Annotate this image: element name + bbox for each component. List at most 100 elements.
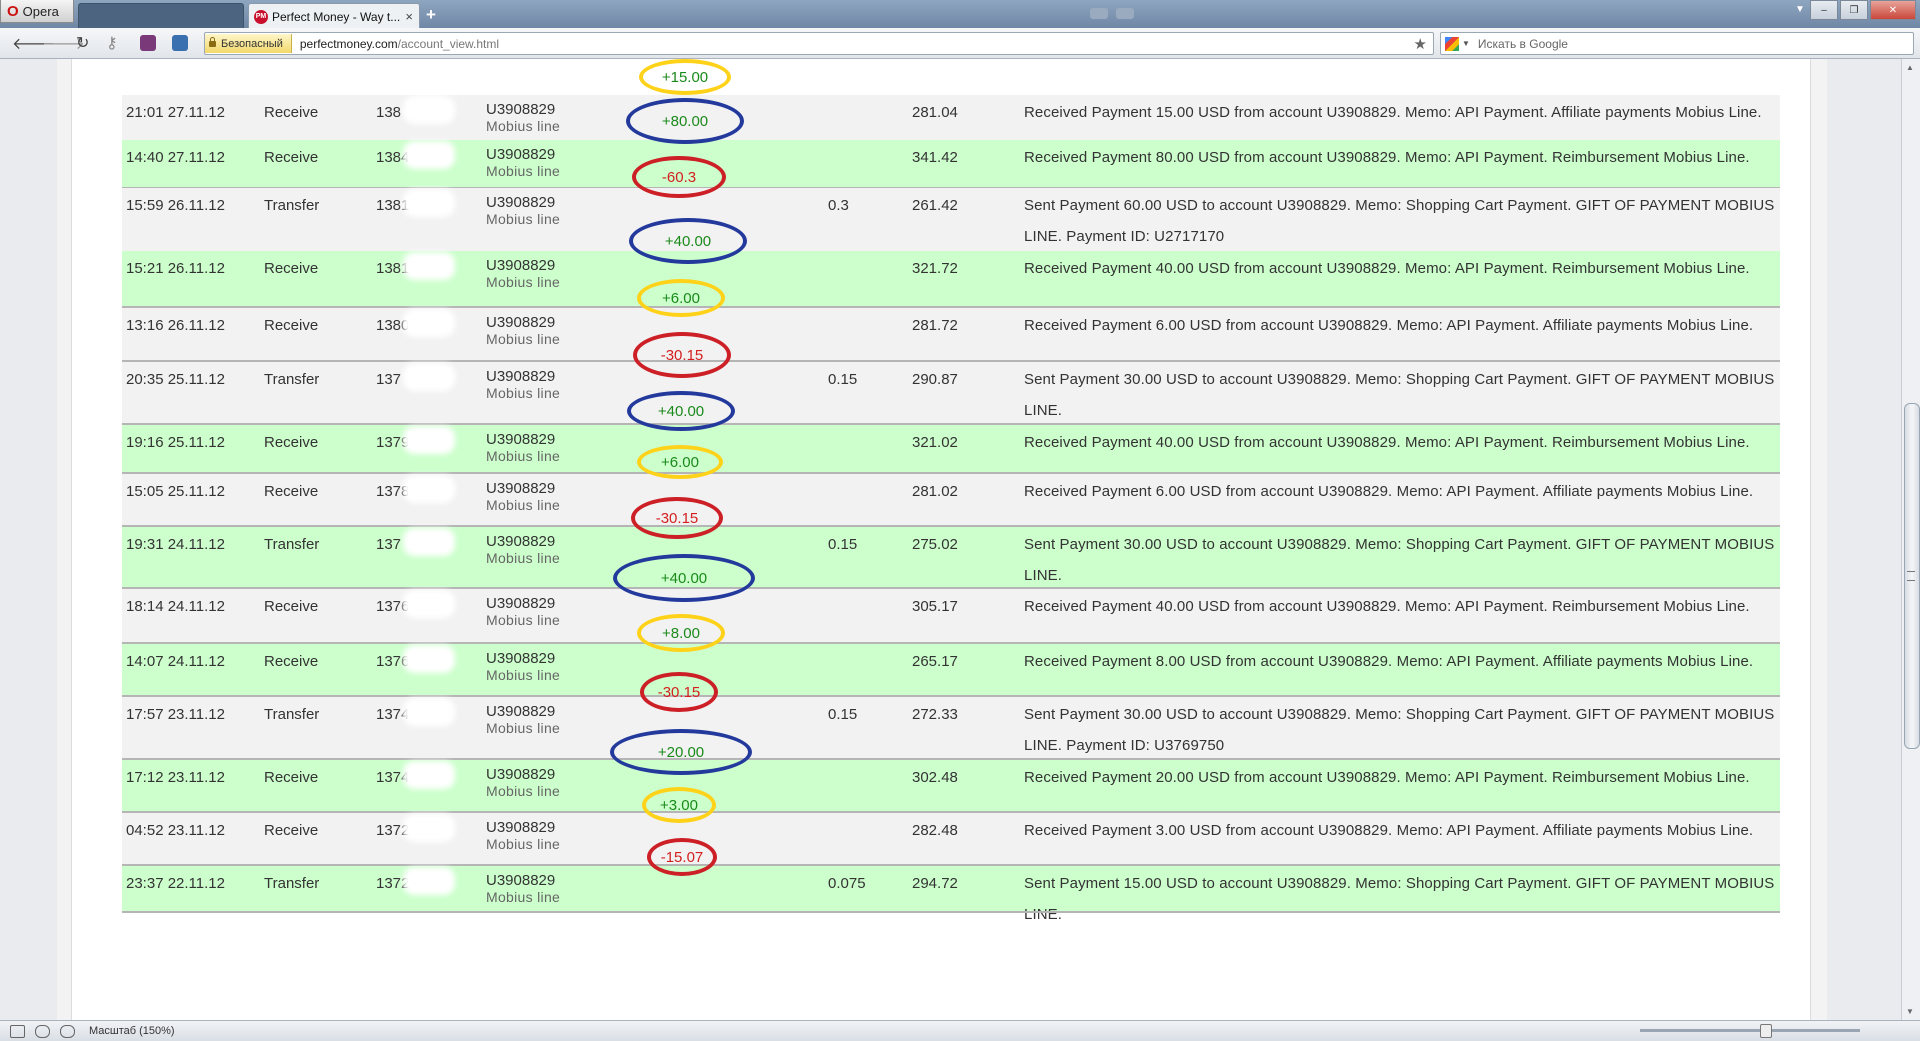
new-tab-button[interactable]: + <box>426 5 436 25</box>
memo-cell: Received Payment 3.00 USD from account U… <box>1024 822 1754 839</box>
account-cell: U3908829 Mobius line <box>486 147 560 180</box>
batch-cell[interactable]: 1374 <box>376 706 409 723</box>
table-row: 17:57 23.11.12 Transfer 1374 U3908829 Mobius… <box>122 697 1780 758</box>
amount-circle: -30.15 <box>631 497 723 539</box>
search-input[interactable]: ▼ Искать в Google <box>1440 32 1914 55</box>
window-controls: ▼ – ❐ ✕ <box>1792 0 1916 20</box>
tab-menu-chevron-icon[interactable]: ▼ <box>1792 0 1808 18</box>
table-row: 21:01 27.11.12 Receive 138 U3908829 Mobius l… <box>122 95 1780 140</box>
reload-icon[interactable]: ↻ <box>76 33 89 53</box>
table-row: 13:16 26.11.12 Receive 1380 U3908829 Mobius … <box>122 308 1780 360</box>
secure-label: Безопасный <box>221 37 283 50</box>
account-cell: U3908829 Mobius line <box>486 651 560 684</box>
speed-dial-icon[interactable] <box>60 1024 75 1038</box>
url-field[interactable]: Безопасный perfectmoney.com/account_view… <box>204 32 1434 55</box>
extension-puzzle-icon[interactable] <box>172 35 188 51</box>
panel-toggle-icon[interactable] <box>10 1024 25 1038</box>
lock-icon <box>209 36 216 47</box>
account-cell: U3908829 Mobius line <box>486 481 560 514</box>
date-cell: 04:52 23.11.12 <box>126 822 225 839</box>
batch-cell[interactable]: 138 <box>376 104 401 121</box>
table-row: 18:14 24.11.12 Receive 1376 U3908829 Mobius … <box>122 589 1780 642</box>
batch-cell[interactable]: 137 <box>376 371 401 388</box>
batch-cell[interactable]: 1372 <box>376 875 409 892</box>
fee-cell: 0.3 <box>828 197 849 214</box>
redaction-blur <box>408 146 450 164</box>
redaction-blur <box>408 368 450 386</box>
batch-cell[interactable]: 1376 <box>376 598 409 615</box>
amount-circle: +8.00 <box>637 614 725 652</box>
batch-cell[interactable]: 1376 <box>376 653 409 670</box>
key-icon[interactable]: ⚷ <box>106 33 118 53</box>
balance-cell: 272.33 <box>912 706 958 723</box>
batch-cell[interactable]: 1381 <box>376 197 409 214</box>
memo-cell: Received Payment 15.00 USD from account … <box>1024 104 1762 121</box>
table-row: 20:35 25.11.12 Transfer 137 U3908829 Mobius … <box>122 362 1780 423</box>
bookmark-star-icon[interactable]: ★ <box>1414 35 1427 53</box>
page-viewport: 21:01 27.11.12 Receive 138 U3908829 Mobius l… <box>0 59 1901 1020</box>
close-window-button[interactable]: ✕ <box>1870 0 1916 20</box>
date-cell: 23:37 22.11.12 <box>126 875 225 892</box>
url-host: perfectmoney.com <box>299 36 398 51</box>
batch-cell[interactable]: 1384 <box>376 149 409 166</box>
opera-menu-button[interactable]: O Opera <box>0 0 74 23</box>
zoom-slider-handle[interactable] <box>1760 1024 1772 1038</box>
minimize-button[interactable]: – <box>1810 0 1838 20</box>
scroll-up-icon[interactable]: ▲ <box>1906 63 1914 72</box>
tab-bar: O Opera PM Perfect Money - Way t... × + … <box>0 0 1920 29</box>
secure-badge[interactable]: Безопасный <box>205 34 292 53</box>
amount-circle: -30.15 <box>633 332 731 378</box>
memo-cell: Sent Payment 30.00 USD to account U39088… <box>1024 706 1775 754</box>
window-icon[interactable] <box>1090 8 1108 19</box>
trash-icon[interactable] <box>1116 8 1134 19</box>
memo-cell: Received Payment 40.00 USD from account … <box>1024 598 1750 615</box>
balance-cell: 275.02 <box>912 536 958 553</box>
search-placeholder: Искать в Google <box>1477 36 1568 51</box>
type-cell: Transfer <box>264 197 320 214</box>
account-number: U3908829 <box>486 314 556 331</box>
zoom-slider[interactable] <box>1640 1024 1860 1038</box>
cloud-icon[interactable] <box>35 1024 50 1038</box>
account-cell: U3908829 Mobius line <box>486 767 560 800</box>
batch-cell[interactable]: 1374 <box>376 769 409 786</box>
batch-cell[interactable]: 137 <box>376 536 401 553</box>
balance-cell: 282.48 <box>912 822 958 839</box>
batch-cell[interactable]: 1380 <box>376 317 409 334</box>
zoom-label: Масштаб (150%) <box>89 1025 175 1037</box>
account-number: U3908829 <box>486 650 556 667</box>
vertical-scrollbar[interactable]: ▲ ▼ <box>1901 59 1920 1020</box>
opera-menu-label: Opera <box>22 3 59 19</box>
balance-cell: 321.72 <box>912 260 958 277</box>
search-engine-chevron-icon[interactable]: ▼ <box>1462 39 1470 48</box>
table-row: 04:52 23.11.12 Receive 1372 U3908829 Mobius … <box>122 813 1780 864</box>
tab-close-icon[interactable]: × <box>405 9 413 24</box>
type-cell: Transfer <box>264 875 320 892</box>
memo-cell: Received Payment 40.00 USD from account … <box>1024 260 1750 277</box>
page-left-border <box>57 59 72 1020</box>
date-cell: 14:07 24.11.12 <box>126 653 225 670</box>
tab-perfect-money[interactable]: PM Perfect Money - Way t... × <box>248 3 420 29</box>
table-row: 15:05 25.11.12 Receive 1378 U3908829 Mobius … <box>122 474 1780 525</box>
table-row: 15:59 26.11.12 Transfer 1381 U3908829 Mobius… <box>122 188 1780 251</box>
redaction-blur <box>408 314 450 332</box>
batch-cell[interactable]: 1372 <box>376 822 409 839</box>
account-number: U3908829 <box>486 257 556 274</box>
batch-cell[interactable]: 1381 <box>376 260 409 277</box>
account-number: U3908829 <box>486 146 556 163</box>
account-cell: U3908829 Mobius line <box>486 432 560 465</box>
maximize-button[interactable]: ❐ <box>1840 0 1868 20</box>
extension-k-icon[interactable] <box>140 35 156 51</box>
tab-background[interactable] <box>78 3 244 28</box>
account-cell: U3908829 Mobius line <box>486 596 560 629</box>
date-cell: 15:59 26.11.12 <box>126 197 225 214</box>
redaction-blur <box>408 194 450 212</box>
table-row: 23:37 22.11.12 Transfer 1372 U3908829 Mobius… <box>122 866 1780 923</box>
balance-cell: 281.04 <box>912 104 958 121</box>
table-row: 15:21 26.11.12 Receive 1381 U3908829 Mobius … <box>122 251 1780 306</box>
date-cell: 15:05 25.11.12 <box>126 483 225 500</box>
batch-cell[interactable]: 1378 <box>376 483 409 500</box>
scroll-down-icon[interactable]: ▼ <box>1906 1007 1914 1016</box>
memo-cell: Sent Payment 60.00 USD to account U39088… <box>1024 197 1775 245</box>
row-separator <box>122 911 1780 913</box>
google-icon <box>1445 36 1459 51</box>
